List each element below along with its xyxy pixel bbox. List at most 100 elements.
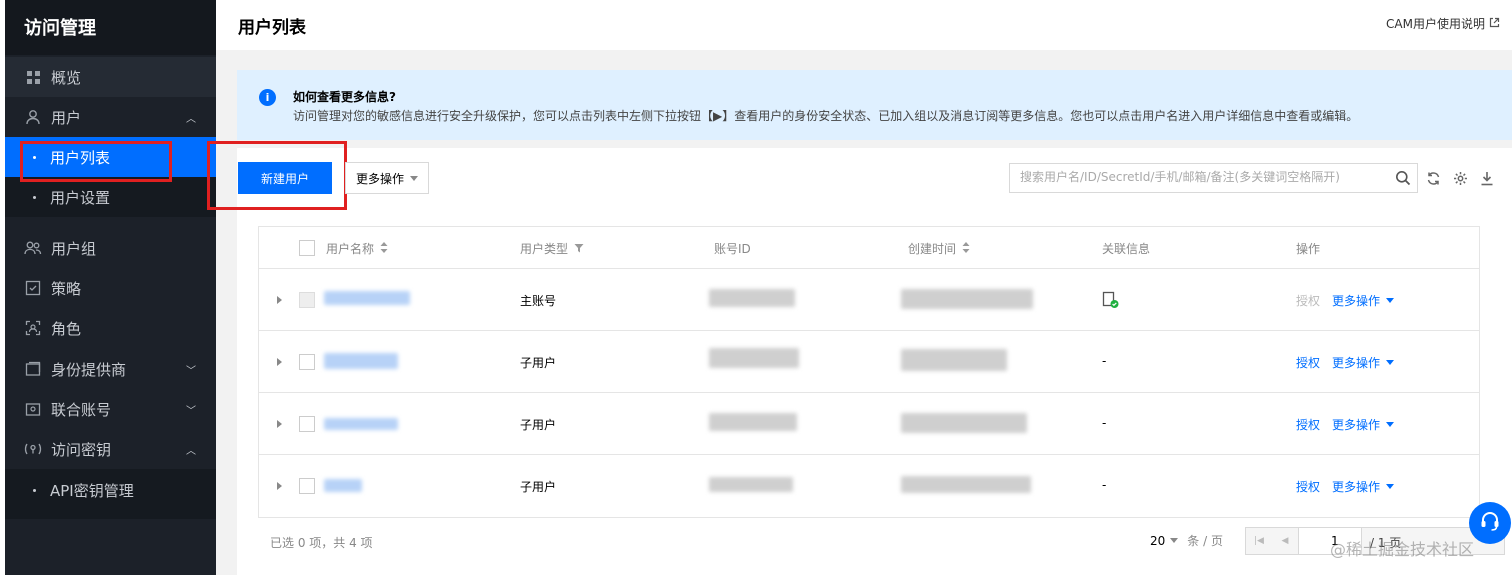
user-icon xyxy=(24,108,42,126)
table-row: 子用户 - 授权 更多操作 xyxy=(259,455,1479,517)
row-more-actions-label: 更多操作 xyxy=(1332,418,1381,432)
bullet-icon xyxy=(33,195,36,199)
authorize-link[interactable]: 授权 xyxy=(1296,416,1320,433)
sidebar-item-users[interactable]: 用户 ︿ xyxy=(5,97,216,137)
more-actions-label: 更多操作 xyxy=(355,171,404,186)
expand-row-icon[interactable] xyxy=(277,420,282,428)
chevron-down-icon: ﹀ xyxy=(186,366,196,377)
caret-down-icon xyxy=(1170,538,1179,543)
account-id-cell xyxy=(709,348,799,368)
sidebar-item-user-settings[interactable]: 用户设置 xyxy=(5,177,216,217)
help-link[interactable]: CAM用户使用说明 xyxy=(1386,15,1500,32)
sidebar-item-label: 策略 xyxy=(51,279,82,298)
account-id-cell xyxy=(709,289,795,307)
username-link[interactable] xyxy=(324,479,362,492)
linked-device-icon[interactable] xyxy=(1102,291,1120,313)
created-time-cell xyxy=(901,289,1033,309)
column-header-label: 账号ID xyxy=(714,242,751,256)
expand-row-icon[interactable] xyxy=(277,296,282,304)
chevron-up-icon: ︿ xyxy=(186,114,196,125)
page-header: 用户列表 CAM用户使用说明 xyxy=(216,0,1512,50)
sidebar-item-user-groups[interactable]: 用户组 xyxy=(5,228,216,268)
authorize-link[interactable]: 授权 xyxy=(1296,292,1320,309)
column-header-username[interactable]: 用户名称 xyxy=(326,240,388,257)
gear-icon[interactable] xyxy=(1451,169,1469,187)
user-type-cell: 主账号 xyxy=(520,294,557,308)
linked-info-cell: - xyxy=(1102,354,1107,368)
column-header-created-time[interactable]: 创建时间 xyxy=(908,240,970,257)
row-more-actions-label: 更多操作 xyxy=(1332,480,1381,494)
user-type-cell: 子用户 xyxy=(520,480,557,494)
user-table: 用户名称 用户类型 账号ID 创建时间 关联信息 操作 主账号 授权 更多操作 … xyxy=(258,226,1480,518)
row-more-actions[interactable]: 更多操作 xyxy=(1332,478,1395,495)
created-time-cell xyxy=(901,476,1031,493)
sort-icon[interactable] xyxy=(962,241,970,256)
sidebar-item-label: 概览 xyxy=(51,68,82,87)
row-checkbox[interactable] xyxy=(299,478,315,494)
row-checkbox[interactable] xyxy=(299,416,315,432)
sidebar-item-label: 用户设置 xyxy=(50,188,111,207)
caret-down-icon xyxy=(1386,298,1395,303)
support-chat-button[interactable] xyxy=(1469,502,1511,544)
caret-down-icon xyxy=(1386,422,1395,427)
column-header-linked-info: 关联信息 xyxy=(1102,240,1150,257)
page-size-select[interactable]: 20 条 / 页 xyxy=(1150,532,1223,549)
select-all-checkbox[interactable] xyxy=(299,240,315,256)
row-more-actions[interactable]: 更多操作 xyxy=(1332,354,1395,371)
key-icon xyxy=(24,440,42,458)
caret-down-icon xyxy=(410,175,418,181)
search-box[interactable] xyxy=(1009,163,1418,193)
identity-provider-icon xyxy=(24,360,42,378)
headset-icon xyxy=(1479,510,1501,536)
sidebar-item-access-keys[interactable]: 访问密钥 ︿ xyxy=(5,429,216,469)
column-header-label: 关联信息 xyxy=(1102,242,1151,256)
sidebar-item-identity-providers[interactable]: 身份提供商 ﹀ xyxy=(5,349,216,389)
search-input[interactable] xyxy=(1020,170,1380,184)
row-more-actions[interactable]: 更多操作 xyxy=(1332,416,1395,433)
linked-info-cell: - xyxy=(1102,416,1107,430)
sidebar-item-policies[interactable]: 策略 xyxy=(5,268,216,308)
chevron-down-icon: ﹀ xyxy=(186,406,196,417)
banner-title: 如何查看更多信息? xyxy=(293,90,396,104)
sort-icon[interactable] xyxy=(380,241,388,256)
sidebar-item-api-key-mgmt[interactable]: API密钥管理 xyxy=(5,470,216,510)
sidebar-item-federated-accounts[interactable]: 联合账号 ﹀ xyxy=(5,389,216,429)
account-id-cell xyxy=(709,477,793,492)
column-header-label: 用户名称 xyxy=(326,242,375,256)
authorize-link[interactable]: 授权 xyxy=(1296,354,1320,371)
grid-icon xyxy=(24,68,42,86)
linked-info-cell: - xyxy=(1102,478,1107,492)
row-more-actions[interactable]: 更多操作 xyxy=(1332,292,1395,309)
bullet-icon xyxy=(33,488,36,492)
authorize-link[interactable]: 授权 xyxy=(1296,478,1320,495)
help-link-label: CAM用户使用说明 xyxy=(1386,17,1485,31)
sidebar-title: 访问管理 xyxy=(24,18,96,39)
more-actions-dropdown[interactable]: 更多操作 xyxy=(345,162,429,194)
caret-down-icon xyxy=(1386,484,1395,489)
sidebar-item-overview[interactable]: 概览 xyxy=(5,57,216,97)
download-icon[interactable] xyxy=(1478,169,1496,187)
username-link[interactable] xyxy=(324,353,398,369)
column-header-user-type[interactable]: 用户类型 xyxy=(520,240,584,257)
username-link[interactable] xyxy=(324,418,398,430)
column-header-actions: 操作 xyxy=(1296,240,1320,257)
first-page-icon[interactable]: |◀ xyxy=(1246,528,1272,554)
column-header-label: 用户类型 xyxy=(520,242,569,256)
row-checkbox[interactable] xyxy=(299,354,315,370)
prev-page-icon[interactable]: ◀ xyxy=(1272,528,1298,554)
user-group-icon xyxy=(24,239,42,257)
sidebar-item-label: 用户 xyxy=(51,108,82,127)
page-size-unit: 条 / 页 xyxy=(1187,534,1223,548)
row-more-actions-label: 更多操作 xyxy=(1332,356,1381,370)
sidebar-item-roles[interactable]: 角色 xyxy=(5,308,216,348)
page-size-value: 20 xyxy=(1150,533,1166,548)
filter-icon[interactable] xyxy=(574,242,584,256)
expand-row-icon[interactable] xyxy=(277,358,282,366)
expand-row-icon[interactable] xyxy=(277,482,282,490)
search-icon[interactable] xyxy=(1395,170,1411,190)
sidebar-item-label: 角色 xyxy=(51,319,82,338)
username-link[interactable] xyxy=(324,291,410,305)
refresh-icon[interactable] xyxy=(1424,169,1442,187)
policy-icon xyxy=(24,279,42,297)
column-header-label: 操作 xyxy=(1296,242,1321,256)
